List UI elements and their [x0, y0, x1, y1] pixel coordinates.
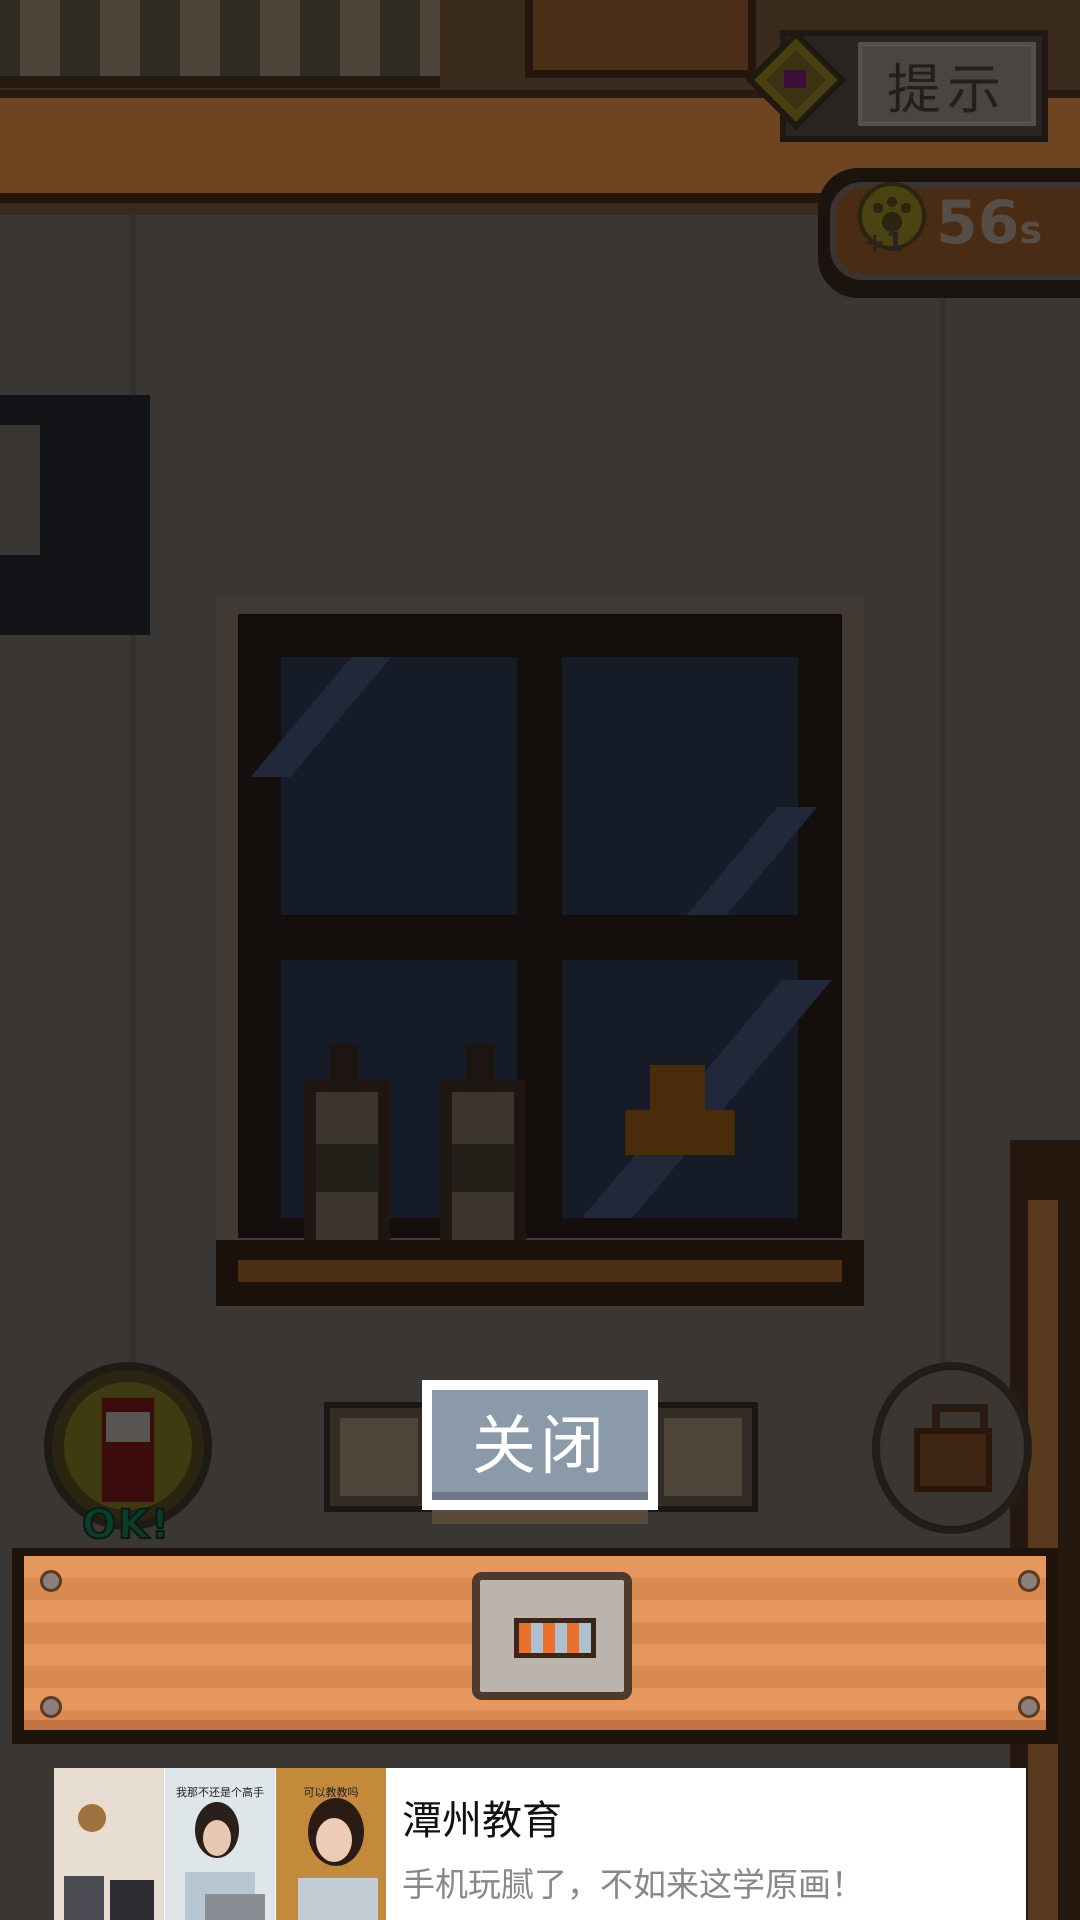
bottle[interactable] [304, 1044, 390, 1254]
window-sill [216, 1240, 864, 1306]
close-button-shadow [432, 1510, 648, 1524]
hint-label-box: 提示 [858, 42, 1036, 126]
hint-button[interactable]: 提示 [746, 30, 1048, 142]
nail-icon [1018, 1570, 1040, 1592]
ad-title: 潭州教育 [402, 1798, 562, 1844]
shelf-object[interactable] [525, 0, 756, 78]
panel-edge [24, 1720, 1046, 1730]
bag-icon [914, 1428, 992, 1492]
inventory-slot-left[interactable] [324, 1402, 434, 1512]
bottle[interactable] [440, 1044, 526, 1254]
nail-icon [1018, 1696, 1040, 1718]
ad-image [54, 1768, 164, 1920]
glass-shine [250, 657, 392, 777]
hint-timer: +1 56s [818, 168, 1080, 298]
bag-button[interactable] [872, 1362, 1032, 1534]
ok-badge: OK! [81, 1501, 172, 1549]
timer-readout: 56s [936, 188, 1042, 258]
ad-photo-1 [54, 1768, 164, 1920]
timer-unit: s [1019, 208, 1043, 252]
window-pane [562, 657, 818, 915]
inventory-slot-right[interactable] [648, 1402, 758, 1512]
ad-description: 手机玩腻了，不如来这学原画！ [402, 1865, 864, 1904]
nail-icon [40, 1696, 62, 1718]
ad-image: 可以教教吗 [276, 1768, 386, 1920]
close-label: 关闭 [472, 1410, 608, 1484]
selected-item-slot[interactable] [472, 1572, 632, 1700]
glass-shine [686, 807, 818, 915]
timer-bonus: +1 [864, 228, 904, 258]
ad-banner[interactable]: 我那不还是个高手 可以教教吗 潭州教育 手机玩腻了，不如来这学原画！ [54, 1768, 1026, 1920]
nail-icon [40, 1570, 62, 1592]
item-detail-panel [12, 1548, 1058, 1744]
shelf-tiles [0, 0, 440, 88]
dark-object[interactable] [0, 395, 150, 635]
ad-caption: 我那不还是个高手 [176, 1786, 264, 1799]
timer-value: 56 [936, 188, 1020, 258]
striped-card-icon [514, 1618, 596, 1658]
bottle-icon [102, 1398, 154, 1502]
close-button[interactable]: 关闭 [422, 1380, 658, 1510]
ad-caption: 可以教教吗 [303, 1786, 359, 1799]
stamp-object[interactable] [625, 1065, 735, 1155]
window-pane [250, 657, 517, 915]
close-button-face: 关闭 [432, 1390, 648, 1500]
found-item-button[interactable]: OK! [44, 1362, 214, 1549]
gem-icon [746, 30, 846, 130]
wall-seam [940, 215, 946, 1415]
hint-label: 提示 [887, 57, 1007, 121]
ad-image: 我那不还是个高手 [165, 1768, 275, 1920]
